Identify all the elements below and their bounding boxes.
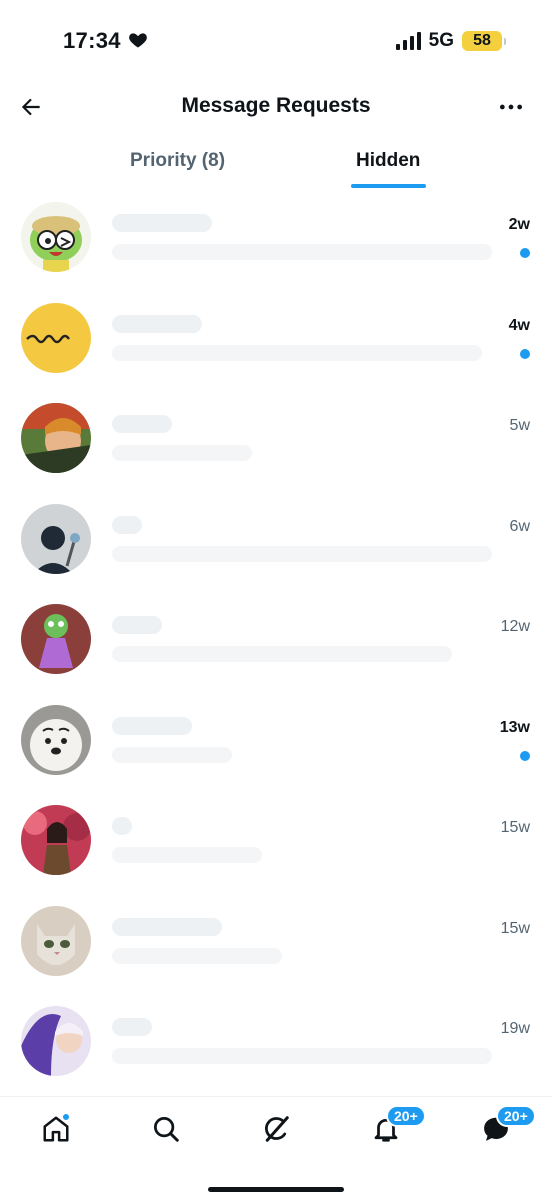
message-request-list: 2w 4w 5w 6w 12w 13w 15w 15w 19w <box>0 194 552 1099</box>
sender-name <box>112 415 172 433</box>
message-preview <box>112 545 492 562</box>
more-icon <box>499 104 523 110</box>
tab-hidden[interactable]: Hidden <box>356 150 420 172</box>
avatar[interactable] <box>21 202 91 272</box>
list-item[interactable]: 6w <box>0 496 552 597</box>
timestamp: 5w <box>509 417 530 434</box>
sender-name <box>112 214 212 232</box>
list-item[interactable]: 2w <box>0 194 552 295</box>
avatar[interactable] <box>21 604 91 674</box>
notification-dot <box>62 1113 70 1121</box>
list-item[interactable]: 15w <box>0 797 552 898</box>
message-preview <box>112 1048 492 1064</box>
bottom-navigation: 20+ 20+ <box>0 1096 552 1200</box>
nav-messages[interactable]: 20+ <box>478 1105 536 1147</box>
grok-icon <box>265 1116 289 1142</box>
unread-indicator <box>520 750 530 761</box>
timestamp: 15w <box>500 819 530 836</box>
nav-notifications[interactable]: 20+ <box>368 1105 426 1147</box>
sender-name <box>112 716 192 735</box>
header: Message Requests <box>0 80 552 132</box>
sender-name <box>112 515 142 534</box>
avatar[interactable] <box>21 805 91 875</box>
active-tab-indicator <box>351 184 426 188</box>
message-preview <box>112 947 282 964</box>
more-options-button[interactable] <box>496 92 526 122</box>
network-type: 5G <box>428 30 454 51</box>
status-time: 17:34 <box>63 28 121 53</box>
nav-home[interactable] <box>38 1111 74 1147</box>
timestamp: 19w <box>500 1020 530 1037</box>
signal-icon <box>395 32 421 50</box>
message-preview <box>112 445 252 461</box>
battery-icon: 58 <box>462 31 506 51</box>
heart-icon <box>129 33 147 48</box>
message-preview <box>112 847 262 863</box>
sender-name <box>112 616 162 634</box>
avatar[interactable] <box>21 905 91 976</box>
timestamp: 12w <box>500 618 530 635</box>
list-item[interactable]: 5w <box>0 395 552 496</box>
unread-indicator <box>520 248 530 258</box>
message-preview <box>112 646 452 662</box>
list-item[interactable]: 4w <box>0 295 552 396</box>
messages-badge: 20+ <box>496 1105 536 1127</box>
timestamp: 6w <box>509 517 530 535</box>
home-indicator <box>208 1187 344 1192</box>
timestamp: 15w <box>500 919 530 937</box>
status-indicators: 5G 58 <box>395 30 506 52</box>
notifications-badge: 20+ <box>386 1105 426 1127</box>
sender-name <box>112 1018 152 1036</box>
tabs: Priority (8) Hidden <box>0 138 552 190</box>
list-item[interactable]: 13w <box>0 697 552 798</box>
avatar[interactable] <box>21 704 91 775</box>
list-item[interactable]: 15w <box>0 898 552 999</box>
message-preview <box>112 344 482 361</box>
nav-grok[interactable] <box>258 1111 294 1147</box>
list-item[interactable]: 19w <box>0 998 552 1099</box>
status-bar: 17:34 5G 58 <box>0 0 552 80</box>
sender-name <box>112 314 202 333</box>
search-icon <box>154 1117 179 1142</box>
list-item[interactable]: 12w <box>0 596 552 697</box>
page-title: Message Requests <box>181 94 371 117</box>
avatar[interactable] <box>21 503 91 574</box>
avatar[interactable] <box>21 302 91 373</box>
timestamp: 2w <box>508 216 530 233</box>
avatar[interactable] <box>21 403 91 473</box>
nav-search[interactable] <box>148 1111 184 1147</box>
avatar[interactable] <box>21 1006 91 1076</box>
unread-indicator <box>520 348 530 359</box>
sender-name <box>112 917 222 936</box>
message-preview <box>112 244 492 260</box>
sender-name <box>112 817 132 835</box>
message-preview <box>112 746 232 763</box>
tab-priority[interactable]: Priority (8) <box>130 150 225 172</box>
timestamp: 13w <box>499 718 530 736</box>
timestamp: 4w <box>508 316 530 334</box>
